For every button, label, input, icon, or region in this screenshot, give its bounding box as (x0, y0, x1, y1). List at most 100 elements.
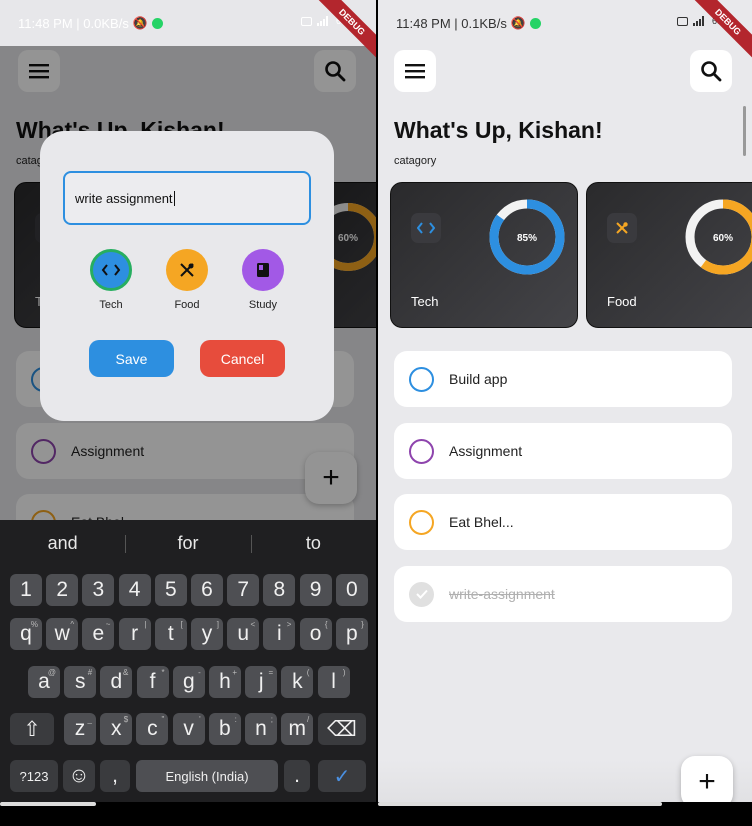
task-item-completed[interactable]: write-assignment (394, 566, 732, 622)
task-name-input[interactable]: write assignment (63, 171, 311, 225)
task-label: Eat Bhel... (449, 514, 514, 530)
save-button[interactable]: Save (89, 340, 174, 377)
option-label: Tech (99, 299, 123, 311)
emoji-key[interactable]: ☺ (63, 760, 95, 792)
nav-handle (378, 802, 662, 806)
key-5[interactable]: 5 (154, 574, 187, 606)
cancel-button[interactable]: Cancel (200, 340, 285, 377)
soft-keyboard: and for to 1 2 3 4 5 6 7 8 9 0 q% w ^ e ~ r | t[y] u < i > o{p… (0, 520, 376, 826)
menu-icon (405, 64, 425, 79)
menu-button[interactable] (394, 50, 436, 92)
key-c[interactable]: c " (136, 713, 169, 745)
category-name: Food (607, 294, 637, 309)
task-checkbox[interactable] (409, 366, 434, 392)
mute-bell-icon: 🔕 (132, 16, 148, 30)
key-7[interactable]: 7 (227, 574, 260, 606)
key-r[interactable]: r | (118, 618, 151, 650)
key-9[interactable]: 9 (299, 574, 332, 606)
shift-key[interactable]: ⇧ (10, 713, 54, 745)
key-2[interactable]: 2 (46, 574, 79, 606)
key-z[interactable]: z _ (64, 713, 96, 745)
suggestion-bar: and for to (0, 520, 376, 566)
option-food[interactable]: Food (157, 249, 217, 311)
key-m[interactable]: m / (281, 713, 314, 745)
category-name: Tech (411, 294, 439, 309)
status-speed: 0.0KB/s (83, 15, 129, 31)
page-title: What's Up, Kishan! (394, 117, 603, 143)
option-study[interactable]: Study (233, 249, 293, 311)
progress-ring: 85% (489, 199, 565, 275)
key-1[interactable]: 1 (10, 574, 42, 606)
vibrate-icon (676, 16, 688, 26)
enter-key[interactable]: ✓ (318, 760, 366, 792)
right-screen: 11:48 PM | 0.1KB/s 🔕 69 DEBUG What's Up,… (378, 0, 752, 826)
key-v[interactable]: v ' (172, 713, 205, 745)
key-y[interactable]: y] (191, 618, 223, 650)
add-task-button[interactable]: + (681, 756, 733, 808)
key-f[interactable]: f * (136, 666, 169, 698)
scrollbar[interactable] (743, 106, 746, 156)
utensils-icon (607, 213, 637, 243)
key-h[interactable]: h + (209, 666, 241, 698)
key-k[interactable]: k( (281, 666, 314, 698)
utensils-icon (166, 249, 208, 291)
comma-key[interactable]: , (100, 760, 130, 792)
progress-ring: 60% (685, 199, 752, 275)
plus-icon: + (698, 765, 716, 798)
key-o[interactable]: o{ (299, 618, 332, 650)
key-p[interactable]: p} (335, 618, 368, 650)
key-i[interactable]: i > (263, 618, 296, 650)
task-item[interactable]: Eat Bhel... (394, 494, 732, 550)
status-time: 11:48 PM (396, 15, 451, 31)
status-speed: 0.1KB/s (461, 15, 507, 31)
key-6[interactable]: 6 (191, 574, 223, 606)
task-label: write-assignment (449, 586, 555, 602)
key-b[interactable]: b: (208, 713, 241, 745)
key-3[interactable]: 3 (82, 574, 115, 606)
task-item[interactable]: Assignment (394, 423, 732, 479)
task-label: Assignment (449, 443, 523, 459)
key-a[interactable]: a @ (28, 666, 60, 698)
key-w[interactable]: w ^ (46, 618, 79, 650)
key-u[interactable]: u < (227, 618, 260, 650)
key-x[interactable]: x $ (100, 713, 133, 745)
status-time: 11:48 PM (18, 15, 73, 31)
progress-label: 85% (517, 233, 537, 244)
left-screen: 11:48 PM | 0.0KB/s 🔕 69 DEBUG What's Up,… (0, 0, 376, 826)
suggestion-item[interactable]: and (0, 533, 125, 554)
key-n[interactable]: n; (245, 713, 277, 745)
code-icon (411, 213, 441, 243)
suggestion-item[interactable]: for (125, 533, 250, 554)
key-4[interactable]: 4 (118, 574, 151, 606)
backspace-key[interactable]: ⌫ (318, 713, 366, 745)
suggestion-item[interactable]: to (250, 533, 376, 554)
task-checkbox[interactable] (409, 438, 434, 464)
key-s[interactable]: s # (64, 666, 97, 698)
status-bar: 11:48 PM | 0.0KB/s 🔕 69 (0, 0, 376, 46)
key-d[interactable]: d & (100, 666, 133, 698)
task-label: Build app (449, 371, 508, 387)
category-card-food[interactable]: Food 60% (586, 182, 752, 328)
space-key[interactable]: English (India) (136, 760, 278, 792)
code-icon (90, 249, 132, 291)
key-g[interactable]: g- (172, 666, 205, 698)
symbols-key[interactable]: ?123 (10, 760, 58, 792)
search-button[interactable] (690, 50, 732, 92)
option-tech[interactable]: Tech (81, 249, 141, 311)
key-t[interactable]: t[ (154, 618, 187, 650)
key-l[interactable]: l) (317, 666, 350, 698)
task-checkbox[interactable] (409, 509, 434, 535)
period-key[interactable]: . (284, 760, 310, 792)
option-label: Study (248, 299, 278, 311)
key-e[interactable]: e ~ (82, 618, 115, 650)
key-q[interactable]: q% (10, 618, 42, 650)
mute-bell-icon: 🔕 (510, 16, 526, 30)
key-0[interactable]: 0 (335, 574, 368, 606)
key-j[interactable]: j = (245, 666, 278, 698)
key-8[interactable]: 8 (263, 574, 296, 606)
option-label: Food (174, 299, 200, 311)
task-item[interactable]: Build app (394, 351, 732, 407)
add-task-dialog: write assignment Tech Food Study Save Ca… (40, 131, 334, 421)
category-card-tech[interactable]: Tech 85% (390, 182, 578, 328)
check-icon[interactable] (409, 581, 434, 607)
